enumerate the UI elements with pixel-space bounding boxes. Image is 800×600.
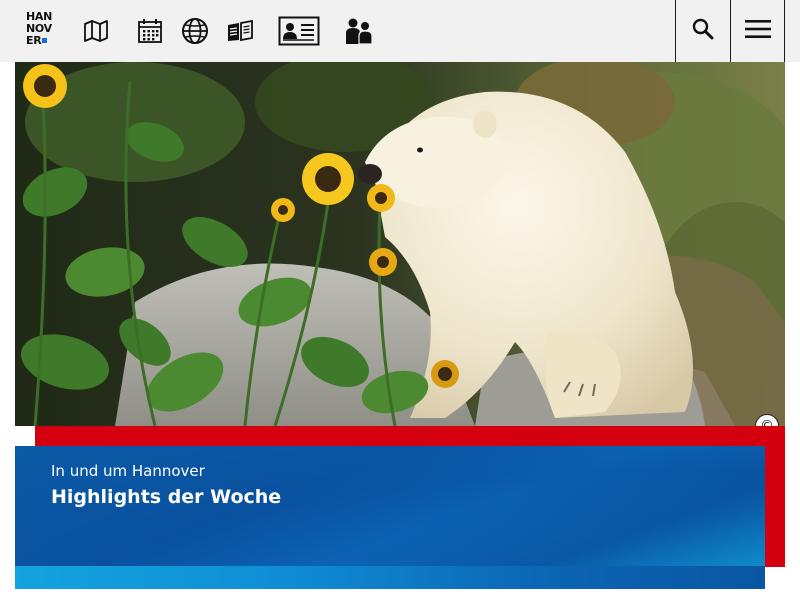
top-header: HAN NOV ER bbox=[0, 0, 800, 62]
teaser-headline[interactable]: Highlights der Woche bbox=[51, 486, 281, 508]
open-book-icon[interactable] bbox=[226, 14, 254, 48]
menu-button[interactable] bbox=[730, 0, 785, 62]
teaser-kicker: In und um Hannover bbox=[51, 462, 205, 480]
map-icon[interactable] bbox=[82, 14, 110, 48]
search-button[interactable] bbox=[675, 0, 730, 62]
teaser-box[interactable]: In und um Hannover Highlights der Woche bbox=[15, 446, 765, 589]
search-icon bbox=[692, 18, 714, 44]
hannover-logo[interactable]: HAN NOV ER bbox=[26, 11, 56, 49]
logo-dot bbox=[42, 38, 48, 43]
id-card-icon[interactable] bbox=[277, 14, 321, 48]
hamburger-menu-icon bbox=[744, 19, 771, 43]
people-icon[interactable] bbox=[343, 14, 375, 48]
logo-line-3: ER bbox=[26, 35, 56, 47]
teaser-bottom-band bbox=[15, 566, 765, 589]
calendar-icon[interactable] bbox=[136, 14, 164, 48]
globe-icon[interactable] bbox=[180, 14, 210, 48]
hero-image[interactable] bbox=[15, 62, 785, 426]
